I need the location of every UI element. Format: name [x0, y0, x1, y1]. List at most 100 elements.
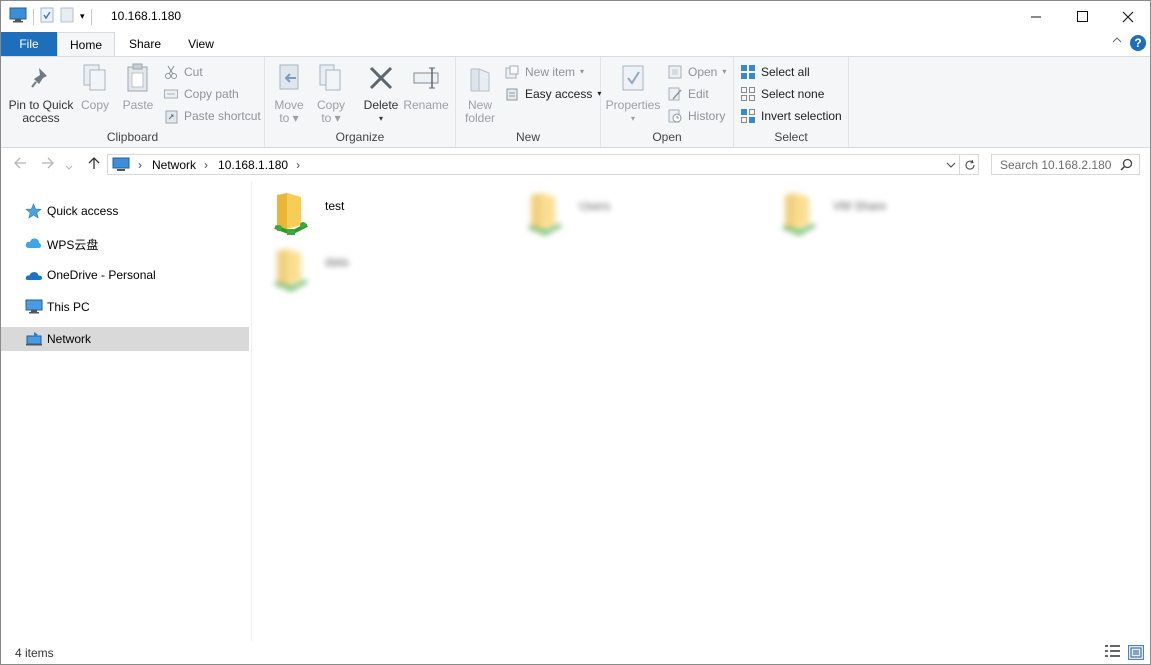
select-none-button[interactable]: Select none	[740, 84, 824, 104]
onedrive-icon	[25, 267, 42, 283]
maximize-button[interactable]	[1059, 1, 1105, 32]
shared-folder-item[interactable]: VM Share	[781, 189, 981, 239]
copy-to-button[interactable]: Copy to ▾	[313, 61, 349, 125]
shared-folder-item[interactable]: Users	[527, 189, 727, 239]
breadcrumb-network[interactable]: Network	[152, 158, 196, 172]
invert-selection-label: Invert selection	[761, 109, 842, 123]
open-group-label: Open	[652, 130, 682, 144]
new-folder-button[interactable]: New folder	[462, 61, 498, 125]
rename-label: Rename	[403, 98, 449, 112]
customize-qat-icon[interactable]: ▾	[80, 11, 85, 22]
minimize-button[interactable]	[1013, 1, 1059, 32]
nav-item-network[interactable]: Network	[1, 327, 249, 351]
paste-button[interactable]: Paste	[119, 61, 157, 112]
file-list-pane: test Users VM Share data	[253, 181, 1149, 641]
shared-folder-item[interactable]: test	[273, 189, 473, 239]
nav-item-quick-access[interactable]: Quick access	[1, 199, 249, 223]
breadcrumb-separator[interactable]: ›	[204, 158, 208, 172]
folder-name: VM Share	[833, 199, 887, 213]
new-folder-qat-icon[interactable]	[60, 7, 74, 26]
tab-view[interactable]: View	[177, 32, 225, 56]
collapse-ribbon-icon[interactable]	[1112, 35, 1122, 47]
nav-item-label: Network	[47, 332, 92, 346]
select-all-icon	[740, 64, 756, 80]
address-toolbar: › Network › 10.168.1.180 › Search 10.168…	[1, 148, 1150, 181]
status-bar: 4 items	[1, 642, 1150, 664]
move-to-button[interactable]: Move to ▾	[271, 61, 307, 125]
rename-button[interactable]: Rename	[403, 61, 449, 112]
navigation-pane: Quick access WPS云盘 OneDrive - Personal T…	[1, 181, 252, 641]
breadcrumb-host[interactable]: 10.168.1.180	[218, 158, 288, 172]
address-bar[interactable]: › Network › 10.168.1.180 ›	[107, 154, 979, 175]
paste-shortcut-label: Paste shortcut	[184, 109, 261, 123]
cut-button[interactable]: Cut	[163, 62, 203, 82]
copy-path-icon	[163, 86, 179, 102]
window-title: 10.168.1.180	[111, 9, 182, 23]
folder-name: test	[325, 199, 345, 213]
search-box[interactable]: Search 10.168.2.180	[991, 154, 1140, 175]
breadcrumb-separator[interactable]: ›	[296, 158, 300, 172]
copy-to-icon	[316, 61, 346, 95]
open-icon	[667, 64, 683, 80]
refresh-icon[interactable]	[959, 154, 979, 175]
tab-file[interactable]: File	[1, 32, 57, 56]
paste-shortcut-icon	[163, 108, 179, 124]
delete-dropdown-icon[interactable]: ▾	[361, 112, 401, 125]
forward-button[interactable]	[41, 156, 55, 173]
title-bar: ▾ 10.168.1.180	[1, 1, 1150, 32]
invert-selection-icon	[740, 108, 756, 124]
new-item-button[interactable]: New item ▾	[504, 62, 584, 82]
invert-selection-button[interactable]: Invert selection	[740, 106, 842, 126]
open-button[interactable]: Open ▾	[667, 62, 726, 82]
shared-folder-icon	[781, 189, 821, 237]
nav-item-label: OneDrive - Personal	[47, 268, 156, 282]
new-folder-icon	[465, 61, 495, 95]
copy-path-button[interactable]: Copy path	[163, 84, 239, 104]
address-history-dropdown-icon[interactable]	[946, 158, 956, 172]
clipboard-group-label: Clipboard	[106, 130, 159, 144]
delete-button[interactable]: Delete ▾	[361, 61, 401, 125]
search-icon[interactable]	[1120, 158, 1133, 174]
edit-button[interactable]: Edit	[667, 84, 709, 104]
close-button[interactable]	[1105, 1, 1150, 32]
ribbon-tabs: File Home Share View ?	[1, 32, 1150, 56]
easy-access-label: Easy access	[525, 87, 593, 101]
tab-home[interactable]: Home	[57, 32, 115, 56]
tab-share[interactable]: Share	[119, 32, 171, 56]
shared-folder-icon	[273, 189, 313, 237]
select-all-button[interactable]: Select all	[740, 62, 810, 82]
recent-locations-button[interactable]	[65, 158, 73, 174]
copy-label: Copy	[80, 98, 109, 112]
copy-icon	[80, 61, 110, 95]
star-icon	[25, 203, 42, 219]
organize-group-label: Organize	[335, 130, 385, 144]
help-icon[interactable]: ?	[1130, 35, 1146, 51]
properties-icon[interactable]	[40, 7, 54, 26]
shared-folder-icon	[527, 189, 567, 237]
paste-shortcut-button[interactable]: Paste shortcut	[163, 106, 261, 126]
cloud-icon	[25, 235, 42, 251]
nav-item-onedrive[interactable]: OneDrive - Personal	[1, 263, 249, 287]
pin-icon	[26, 61, 56, 95]
history-button[interactable]: History	[667, 106, 725, 126]
nav-item-wps-cloud[interactable]: WPS云盘	[1, 231, 249, 255]
paste-label: Paste	[122, 98, 154, 112]
easy-access-button[interactable]: Easy access ▾	[504, 84, 601, 104]
large-icons-view-icon[interactable]	[1128, 645, 1144, 660]
new-item-dropdown-icon: ▾	[580, 67, 585, 76]
select-none-label: Select none	[761, 87, 825, 101]
details-view-icon[interactable]	[1105, 645, 1120, 658]
select-group-label: Select	[774, 130, 808, 144]
easy-access-icon	[504, 86, 520, 102]
properties-button[interactable]: Properties ▾	[605, 61, 661, 125]
nav-item-label: WPS云盘	[47, 238, 99, 252]
computer-network-icon	[112, 157, 130, 172]
open-group: Properties ▾ Open ▾ Edit History Open	[601, 57, 734, 147]
pin-to-quick-access-button[interactable]: Pin to Quick access	[7, 61, 75, 125]
open-label: Open	[688, 65, 718, 79]
shared-folder-item[interactable]: data	[273, 245, 473, 295]
back-button[interactable]	[13, 156, 27, 173]
copy-button[interactable]: Copy	[77, 61, 113, 112]
nav-item-this-pc[interactable]: This PC	[1, 295, 249, 319]
up-button[interactable]	[87, 156, 101, 173]
